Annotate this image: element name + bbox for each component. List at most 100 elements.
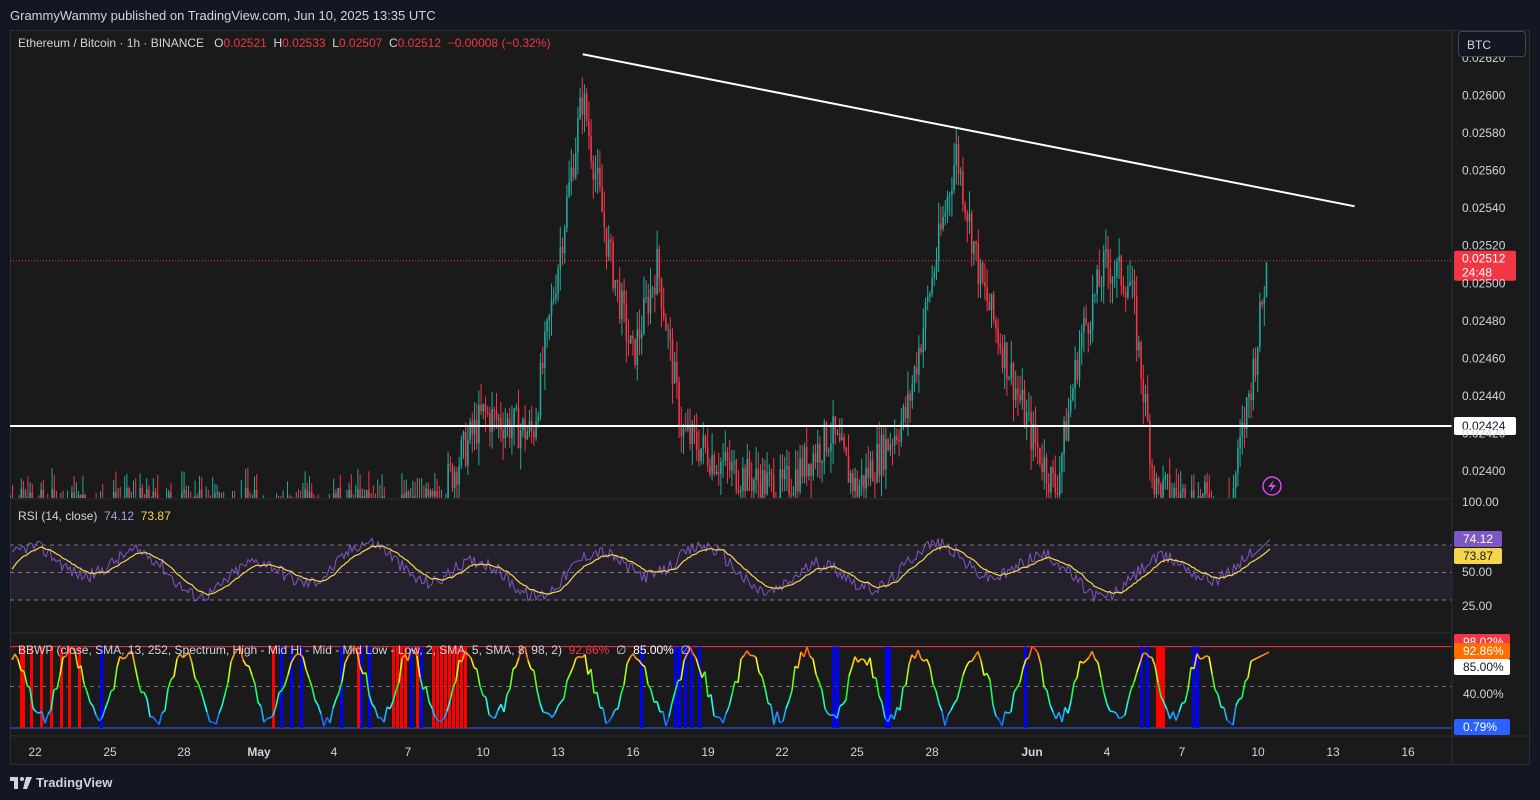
bbwp-segment (773, 711, 778, 725)
price-tick-label: 0.02560 (1462, 164, 1506, 178)
bbwp-segment (845, 675, 850, 701)
candle-body (337, 487, 339, 498)
currency-button[interactable]: BTC (1458, 31, 1526, 57)
candle-body (1072, 388, 1074, 401)
candle-body (1129, 281, 1131, 287)
candle-body (601, 186, 603, 213)
bbwp-segment (473, 666, 478, 671)
bbwp-segment (956, 687, 961, 700)
bbwp-segment (1223, 707, 1228, 721)
time-tick-label: 7 (405, 745, 412, 759)
bbwp-segment (221, 693, 226, 706)
candle-body (198, 489, 201, 498)
candle-body (689, 426, 691, 445)
chart-canvas[interactable]: 0.0251224:480.02424 100.00 50.00 25.00 74.1… (0, 0, 1540, 800)
candle-body (375, 500, 377, 506)
candle-body (1109, 268, 1112, 284)
bbwp-segment (530, 668, 535, 672)
tradingview-logo-icon (10, 776, 32, 789)
candle-body (154, 491, 157, 495)
candle-body (607, 239, 610, 257)
bbwp-segment (107, 690, 112, 702)
bbwp-segment (962, 666, 967, 676)
bbwp-segment (1175, 711, 1180, 721)
bbwp-segment (512, 665, 517, 670)
candle-body (1157, 478, 1160, 485)
candle-body (403, 494, 405, 498)
bbwp-segment (644, 666, 649, 685)
candle-body (1116, 261, 1118, 277)
current-price-text: 0.02512 (1462, 252, 1506, 266)
candle-body (948, 195, 951, 197)
candle-body (735, 460, 738, 491)
candle-body (1014, 388, 1017, 400)
bbwp-segment (1040, 664, 1045, 687)
candle-body (979, 262, 982, 285)
candle-body (541, 362, 544, 368)
bbwp-segment (44, 714, 49, 724)
candle-body (1025, 412, 1028, 427)
bbwp-tag-text: 40.00% (1463, 687, 1504, 701)
bbwp-segment (980, 660, 985, 676)
candle-body (177, 515, 179, 528)
candle-body (1241, 422, 1244, 438)
candle-body (185, 490, 188, 498)
price-tick-label: 0.02440 (1462, 389, 1506, 403)
candle-body (803, 447, 806, 477)
bbwp-segment (158, 712, 163, 725)
candle-body (744, 468, 746, 492)
candle-body (680, 426, 683, 437)
candle-body (322, 525, 324, 529)
candle-body (830, 443, 832, 452)
close-value: 0.02512 (397, 36, 442, 50)
candle-body (71, 492, 73, 498)
bbwp-segment (164, 688, 169, 711)
bbwp-segment (812, 658, 817, 675)
bbwp-tag-text: 0.79% (1463, 720, 1497, 734)
candle-body (955, 144, 958, 166)
bbwp-segment (1124, 700, 1129, 716)
candle-body (654, 287, 656, 295)
candle-body (537, 416, 540, 422)
bbwp-segment (332, 699, 337, 709)
bbwp-high-bar (392, 646, 395, 728)
candle-body (445, 500, 447, 509)
candle-body (234, 502, 236, 529)
candle-body (456, 472, 458, 485)
candle-body (10, 506, 12, 519)
candle-body (1102, 251, 1105, 287)
bbwp-segment (482, 694, 487, 699)
candle-body (20, 488, 23, 498)
candle-body (401, 494, 403, 498)
bbwp-segment (1217, 694, 1222, 708)
time-tick-label: 16 (1401, 745, 1415, 759)
candle-body (1118, 256, 1120, 262)
candle-body (913, 367, 916, 384)
candle-body (713, 454, 716, 474)
candle-body (1008, 377, 1010, 380)
bbwp-segment (809, 655, 814, 660)
candle-body (658, 248, 661, 279)
candle-body (772, 475, 775, 498)
bbwp-segment (656, 701, 661, 713)
candle-body (522, 419, 524, 431)
bbwp-sym2: ∅ (680, 643, 691, 657)
candle-body (801, 458, 804, 477)
bbwp-segment (320, 713, 325, 727)
candle-body (1061, 453, 1063, 473)
candle-body (471, 421, 474, 435)
candle-body (975, 241, 977, 245)
candle-body (469, 421, 471, 441)
bbwp-segment (248, 665, 253, 676)
bbwp-segment (305, 669, 310, 679)
price-tick-label: 0.02500 (1462, 276, 1506, 290)
candle-body (599, 168, 601, 187)
time-tick-label: May (247, 745, 271, 759)
candle-body (568, 181, 570, 197)
bbwp-segment (308, 677, 313, 688)
candle-body (434, 491, 436, 497)
candle-body (473, 420, 476, 435)
bbwp-segment (215, 713, 220, 725)
bbwp-segment (1013, 687, 1018, 693)
time-tick-label: 16 (626, 745, 640, 759)
